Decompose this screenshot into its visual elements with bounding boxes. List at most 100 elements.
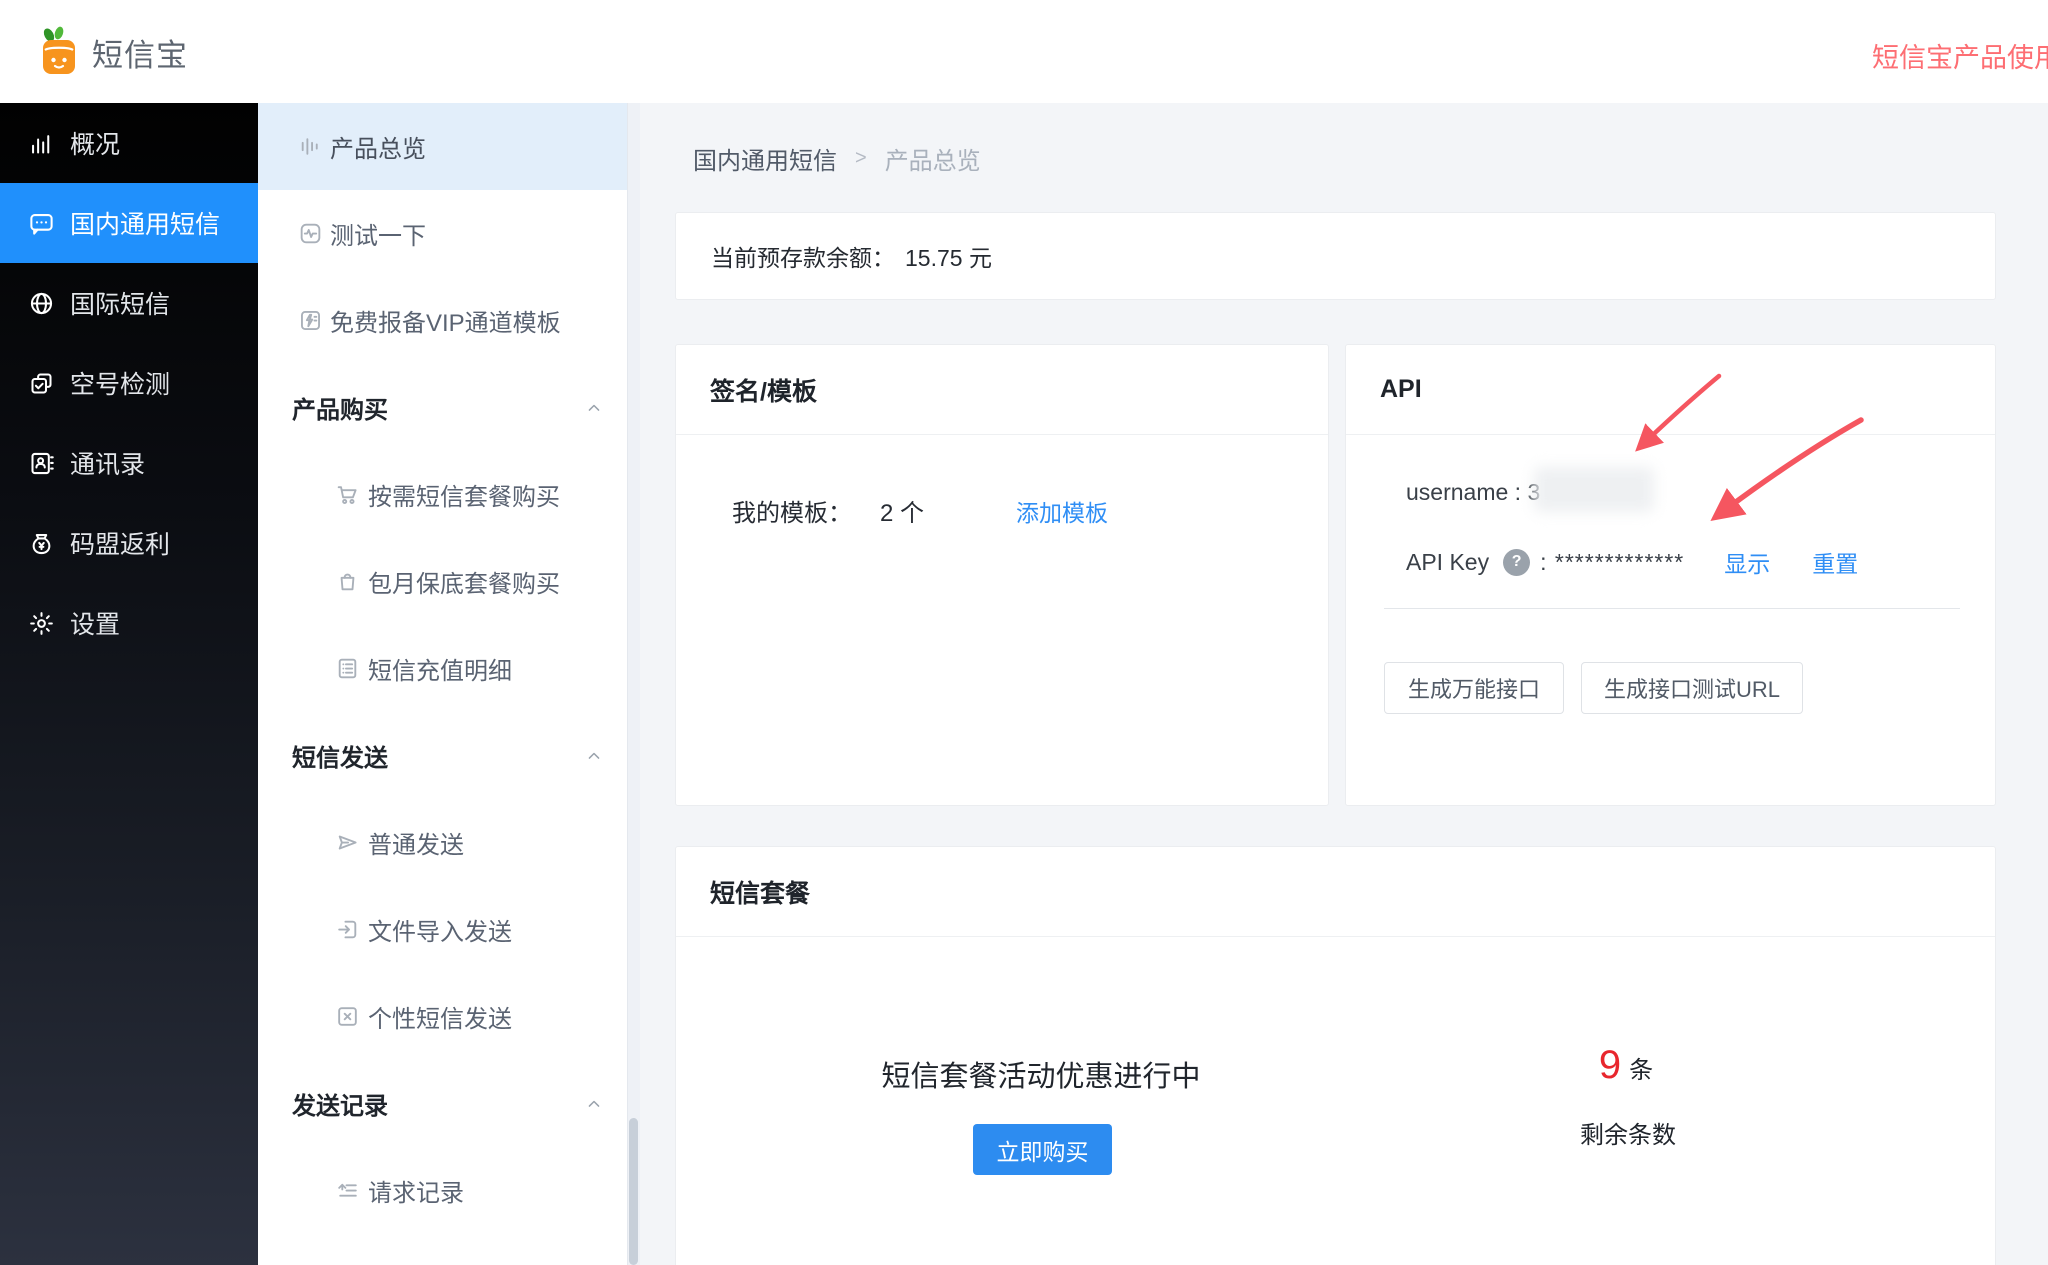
sidebar-item-domestic-sms[interactable]: 国内通用短信: [0, 183, 258, 263]
product-guide-link[interactable]: 短信宝产品使用流程: [1872, 36, 2048, 75]
sidebar-item-label: 空号检测: [70, 365, 170, 401]
nav-section-send-records[interactable]: 发送记录: [258, 1060, 640, 1147]
username-redacted-blur: [1534, 467, 1654, 512]
number-check-icon: [26, 368, 56, 398]
breadcrumb-parent[interactable]: 国内通用短信: [693, 141, 837, 176]
sidebar-item-label: 国际短信: [70, 285, 170, 321]
list-doc-icon: [334, 656, 360, 682]
money-bag-icon: [26, 528, 56, 558]
sidebar-item-label: 码盟返利: [70, 525, 170, 561]
sidebar-item-label: 国内通用短信: [70, 205, 220, 241]
remaining-count: 9 条: [1599, 1043, 1653, 1088]
signature-template-card: 签名/模板 我的模板： 2 个 添加模板: [675, 344, 1329, 806]
sidebar-item-label: 设置: [70, 605, 120, 641]
package-card-title: 短信套餐: [676, 847, 1995, 937]
square-x-icon: [334, 1004, 360, 1030]
signature-card-body: 我的模板： 2 个 添加模板: [732, 493, 1108, 528]
balance-label: 当前预存款余额：: [711, 239, 895, 273]
api-key-masked-value: : *************: [1540, 549, 1684, 576]
nav-item-label: 个性短信发送: [368, 999, 512, 1034]
api-card-divider: [1384, 608, 1960, 609]
nav-item-send-file-import[interactable]: 文件导入发送: [258, 886, 640, 973]
nav-section-label: 发送记录: [292, 1086, 388, 1121]
duanxinbao-logo-icon: [36, 26, 82, 78]
nav-item-label: 短信充值明细: [368, 651, 512, 686]
my-templates-label: 我的模板：: [732, 493, 852, 528]
nav-item-label: 按需短信套餐购买: [368, 477, 560, 512]
main-content: 国内通用短信 > 产品总览 当前预存款余额： 15.75 元 签名/模板 我的模…: [640, 103, 2048, 1265]
bag-icon: [334, 569, 360, 595]
sidebar-scrollbar-thumb[interactable]: [629, 1118, 638, 1265]
app-logo[interactable]: 短信宝: [36, 26, 188, 78]
breadcrumb-current: 产品总览: [885, 141, 981, 176]
chat-bubble-icon: [26, 208, 56, 238]
overview-icon: [26, 128, 56, 158]
nav-item-send-personal[interactable]: 个性短信发送: [258, 973, 640, 1060]
buy-now-button[interactable]: 立即购买: [973, 1124, 1112, 1175]
nav-item-request-log[interactable]: 请求记录: [258, 1147, 640, 1234]
secondary-sidebar: 产品总览测试一下免费报备VIP通道模板产品购买按需短信套餐购买包月保底套餐购买短…: [258, 103, 640, 1265]
sidebar-item-overview[interactable]: 概况: [0, 103, 258, 183]
nav-item-product-overview[interactable]: 产品总览: [258, 103, 640, 190]
nav-item-test-now[interactable]: 测试一下: [258, 190, 640, 277]
add-template-link[interactable]: 添加模板: [1016, 494, 1108, 528]
sms-package-card: 短信套餐 短信套餐活动优惠进行中 立即购买 9 条 剩余条数: [675, 846, 1996, 1265]
bars-icon: [297, 134, 323, 160]
sidebar-item-empty-check[interactable]: 空号检测: [0, 343, 258, 423]
nav-item-label: 请求记录: [368, 1173, 464, 1208]
nav-item-send-plain[interactable]: 普通发送: [258, 799, 640, 886]
nav-item-label: 普通发送: [368, 825, 464, 860]
balance-card: 当前预存款余额： 15.75 元: [675, 212, 1996, 300]
gear-icon: [26, 608, 56, 638]
generate-test-url-button[interactable]: 生成接口测试URL: [1581, 662, 1803, 714]
breadcrumb-separator-icon: >: [855, 147, 867, 170]
api-key-row: API Key ? : ************* 显示 重置: [1406, 545, 1858, 579]
reset-api-key-link[interactable]: 重置: [1812, 545, 1858, 579]
sidebar-scrollbar-track[interactable]: [627, 103, 640, 1265]
my-templates-count: 2 个: [880, 493, 924, 528]
chevron-up-icon[interactable]: [584, 746, 604, 766]
cart-icon: [334, 482, 360, 508]
nav-section-label: 产品购买: [292, 390, 388, 425]
nav-item-buy-on-demand[interactable]: 按需短信套餐购买: [258, 451, 640, 538]
request-log-icon: [334, 1178, 360, 1204]
nav-section-sms-send[interactable]: 短信发送: [258, 712, 640, 799]
api-key-label: API Key: [1406, 549, 1489, 576]
nav-item-label: 测试一下: [330, 216, 426, 251]
bolt-doc-icon: [297, 308, 323, 334]
chevron-up-icon[interactable]: [584, 398, 604, 418]
help-question-icon[interactable]: ?: [1503, 549, 1530, 576]
nav-item-label: 包月保底套餐购买: [368, 564, 560, 599]
sidebar-item-intl-sms[interactable]: 国际短信: [0, 263, 258, 343]
pulse-icon: [297, 221, 323, 247]
api-card-title: API: [1346, 345, 1995, 435]
nav-item-recharge-detail[interactable]: 短信充值明细: [258, 625, 640, 712]
remaining-count-label: 剩余条数: [1580, 1115, 1676, 1150]
remaining-count-value: 9: [1599, 1043, 1621, 1088]
chevron-up-icon[interactable]: [584, 1094, 604, 1114]
send-icon: [334, 830, 360, 856]
nav-section-product-buy[interactable]: 产品购买: [258, 364, 640, 451]
balance-value: 15.75 元: [905, 239, 992, 273]
sidebar-item-contacts[interactable]: 通讯录: [0, 423, 258, 503]
nav-item-label: 文件导入发送: [368, 912, 512, 947]
generate-universal-api-button[interactable]: 生成万能接口: [1384, 662, 1564, 714]
nav-item-label: 发送明细: [368, 1260, 464, 1265]
nav-item-buy-monthly[interactable]: 包月保底套餐购买: [258, 538, 640, 625]
nav-item-send-detail[interactable]: 发送明细: [258, 1234, 640, 1265]
file-import-icon: [334, 917, 360, 943]
app-title: 短信宝: [92, 30, 188, 75]
breadcrumb: 国内通用短信 > 产品总览: [693, 141, 981, 176]
show-api-key-link[interactable]: 显示: [1724, 545, 1770, 579]
remaining-count-unit: 条: [1629, 1050, 1653, 1085]
sidebar-item-settings[interactable]: 设置: [0, 583, 258, 663]
nav-section-label: 短信发送: [292, 738, 388, 773]
sidebar-item-rebate[interactable]: 码盟返利: [0, 503, 258, 583]
signature-card-title: 签名/模板: [676, 345, 1328, 435]
globe-icon: [26, 288, 56, 318]
top-header: 短信宝 短信宝产品使用流程: [0, 0, 2048, 103]
package-promo-text: 短信套餐活动优惠进行中: [881, 1053, 1200, 1095]
sidebar-item-label: 概况: [70, 125, 120, 161]
sidebar-item-label: 通讯录: [70, 445, 145, 481]
nav-item-vip-template[interactable]: 免费报备VIP通道模板: [258, 277, 640, 364]
